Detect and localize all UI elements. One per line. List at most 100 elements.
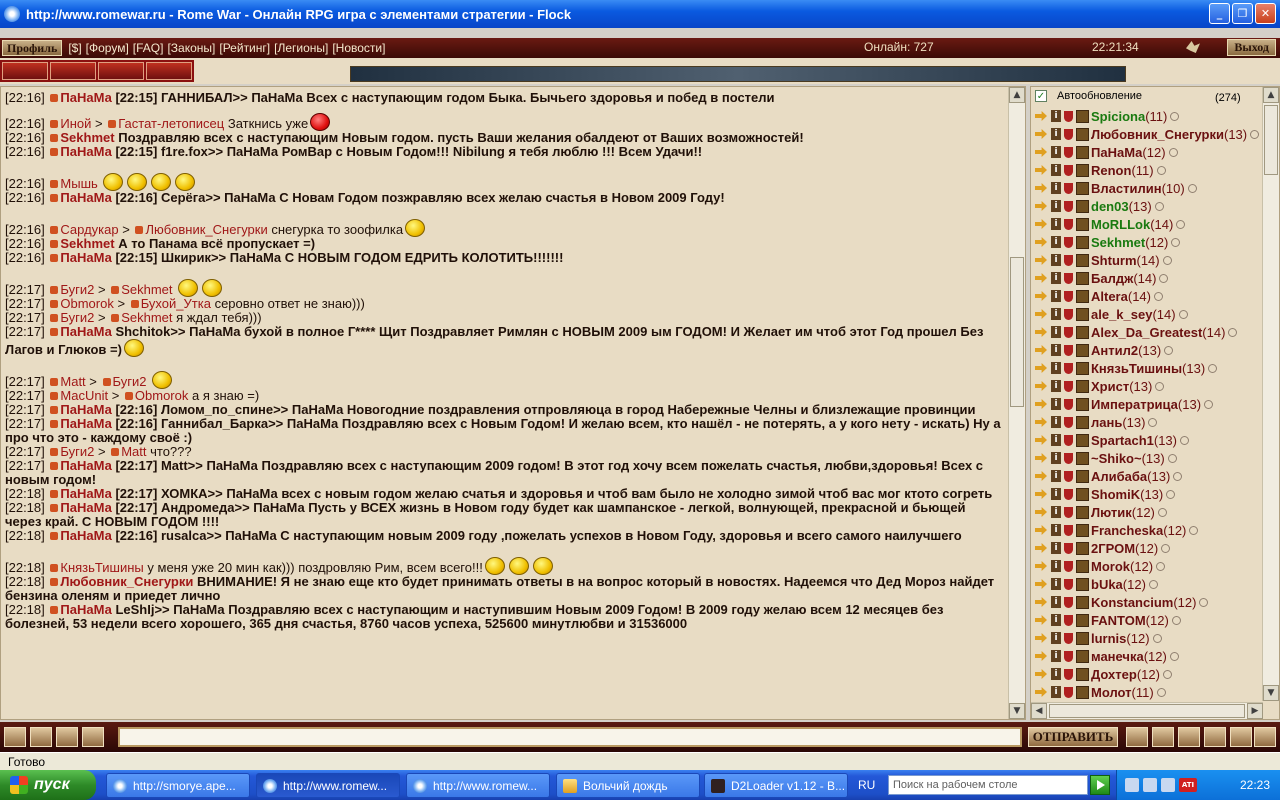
user-name[interactable]: 2ГРОМ [1091,541,1135,556]
info-icon[interactable]: i [1051,578,1061,590]
user-row[interactable]: i КнязьТишины (13) [1035,359,1263,377]
user-row[interactable]: i ~Shiko~ (13) [1035,449,1263,467]
info-icon[interactable]: i [1051,308,1061,320]
minimize-button[interactable]: _ [1209,3,1230,24]
message-author[interactable]: ПаНаМа [60,486,111,501]
close-button[interactable]: ✕ [1255,3,1276,24]
target-icon[interactable] [1230,727,1252,747]
info-icon[interactable]: i [1051,542,1061,554]
user-info-icon[interactable] [50,94,59,102]
user-row[interactable]: i Христ (13) [1035,377,1263,395]
private-message-icon[interactable] [1035,237,1047,247]
message-author[interactable]: Буги2 [60,282,94,297]
message-author[interactable]: Sekhmet [60,130,114,145]
user-info-icon[interactable] [50,226,59,234]
user-info-icon[interactable] [108,120,117,128]
user-name[interactable]: Балдж [1091,271,1133,286]
info-icon[interactable]: i [1051,452,1061,464]
private-message-icon[interactable] [1035,561,1047,571]
desktop-search-input[interactable]: Поиск на рабочем столе [888,775,1088,795]
user-row[interactable]: i Shturm (14) [1035,251,1263,269]
user-name[interactable]: MoRLLok [1091,217,1150,232]
exit-button[interactable]: Выход [1227,39,1276,56]
message-author[interactable]: Любовник_Снегурки [60,574,193,589]
user-info-icon[interactable] [50,406,59,414]
scroll-right-icon[interactable]: ▶ [1247,703,1263,719]
info-icon[interactable]: i [1051,632,1061,644]
user-row[interactable]: i ПаНаМа (12) [1035,143,1263,161]
private-message-icon[interactable] [1035,651,1047,661]
chat-scrollbar[interactable]: ▲ ▼ [1008,87,1025,719]
message-author[interactable]: Мышь [60,176,97,191]
info-icon[interactable]: i [1051,398,1061,410]
user-info-icon[interactable] [50,392,59,400]
info-icon[interactable]: i [1051,128,1061,140]
message-author[interactable]: ПаНаМа [60,500,111,515]
user-info-icon[interactable] [50,420,59,428]
user-row[interactable]: i Балдж (14) [1035,269,1263,287]
user-info-icon[interactable] [111,314,120,322]
user-name[interactable]: Алибаба [1091,469,1147,484]
scroll-down-icon[interactable]: ▼ [1263,685,1279,701]
private-message-icon[interactable] [1035,273,1047,283]
user-name[interactable]: ale_k_sey [1091,307,1152,322]
user-info-icon[interactable] [50,134,59,142]
private-message-icon[interactable] [1035,129,1047,139]
private-message-icon[interactable] [1035,111,1047,121]
game-tab-icon[interactable] [146,62,192,80]
user-name[interactable]: манечка [1091,649,1144,664]
info-icon[interactable]: i [1051,110,1061,122]
user-name[interactable]: Spartach1 [1091,433,1154,448]
info-icon[interactable]: i [1051,218,1061,230]
scroll-up-icon[interactable]: ▲ [1263,87,1279,103]
private-message-icon[interactable] [1035,309,1047,319]
user-name[interactable]: Антил2 [1091,343,1138,358]
search-icon[interactable] [1126,727,1148,747]
user-row[interactable]: i bUka (12) [1035,575,1263,593]
start-button[interactable]: пуск [0,770,96,800]
info-icon[interactable]: i [1051,344,1061,356]
user-info-icon[interactable] [50,240,59,248]
user-row[interactable]: i Властилин (10) [1035,179,1263,197]
user-row[interactable]: i 2ГРОМ (12) [1035,539,1263,557]
user-name[interactable]: Властилин [1091,181,1162,196]
message-recipient[interactable]: Sekhmet [121,310,172,325]
message-recipient[interactable]: Sekhmet [121,282,172,297]
user-info-icon[interactable] [111,286,120,294]
taskbar-task[interactable]: http://www.romew... [256,773,400,798]
user-row[interactable]: i FANTOM (12) [1035,611,1263,629]
user-name[interactable]: Renon [1091,163,1131,178]
private-message-icon[interactable] [1035,543,1047,553]
scroll-left-icon[interactable]: ◀ [1031,703,1047,719]
message-author[interactable]: Буги2 [60,444,94,459]
message-recipient[interactable]: Matt [121,444,146,459]
user-name[interactable]: lurnis [1091,631,1126,646]
info-icon[interactable]: i [1051,506,1061,518]
nav-link[interactable]: [Легионы] [274,41,328,55]
info-icon[interactable]: i [1051,434,1061,446]
info-icon[interactable]: i [1051,524,1061,536]
message-recipient[interactable]: Гастат-летописец [118,116,224,131]
taskbar-task[interactable]: Вольчий дождь [556,773,700,798]
user-info-icon[interactable] [102,378,111,386]
private-message-icon[interactable] [1035,453,1047,463]
window-icon[interactable] [1204,727,1226,747]
users-vscrollbar[interactable]: ▲ ▼ [1262,87,1279,701]
user-info-icon[interactable] [50,194,59,202]
info-icon[interactable]: i [1051,650,1061,662]
scroll-thumb[interactable] [1049,704,1245,718]
private-message-icon[interactable] [1035,579,1047,589]
private-message-icon[interactable] [1035,525,1047,535]
user-name[interactable]: Spiciona [1091,109,1145,124]
nav-link[interactable]: [Законы] [167,41,215,55]
user-name[interactable]: FANTOM [1091,613,1146,628]
private-message-icon[interactable] [1035,633,1047,643]
private-message-icon[interactable] [1035,417,1047,427]
user-name[interactable]: Francheska [1091,523,1163,538]
info-icon[interactable]: i [1051,614,1061,626]
info-icon[interactable]: i [1051,326,1061,338]
private-message-icon[interactable] [1035,327,1047,337]
user-info-icon[interactable] [50,120,59,128]
info-icon[interactable]: i [1051,668,1061,680]
message-author[interactable]: КнязьТишины [60,560,143,575]
